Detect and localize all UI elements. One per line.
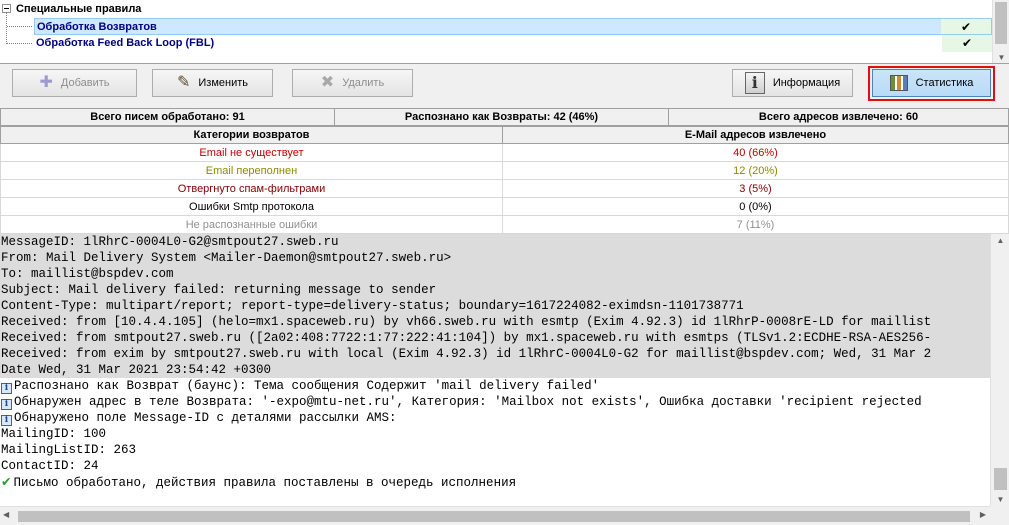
rules-tree[interactable]: Специальные правила Обработка Возвратов … [0,0,1009,64]
log-line: MailingListID: 263 [1,443,137,457]
edit-pencil-icon: ✎ [176,74,191,91]
scroll-thumb[interactable] [994,468,1007,490]
tree-item-label: Обработка Feed Back Loop (FBL) [36,37,215,49]
edit-button-label: Изменить [198,77,249,89]
count-cell: 40 (66%) [502,143,1009,162]
add-button-label: Добавить [60,77,110,89]
tree-connector [7,43,32,44]
category-cell: Отвергнуто спам-фильтрами [0,179,503,198]
scroll-thumb[interactable] [18,511,970,522]
log-horizontal-scrollbar[interactable]: ◀ ▶ [0,506,990,525]
checkmark-icon[interactable]: ✔ [961,19,971,36]
tree-connector [7,26,32,27]
log-info-text: Обнаружено поле Message-ID с деталями ра… [14,411,397,425]
table-row[interactable]: Email переполнен 12 (20%) [0,161,1009,180]
tree-scrollbar[interactable]: ▼ [992,0,1009,63]
info-icon: i [1,399,12,410]
delete-x-icon: ✖ [320,74,335,91]
log-info-text: Обнаружен адрес в теле Возврата: '-expo@… [14,395,922,409]
column-header-category[interactable]: Категории возвратов [0,126,503,144]
delete-button-label: Удалить [342,77,385,89]
statistics-panel: Всего писем обработано: 91 Распознано ка… [0,108,1009,234]
log-info-text: Распознано как Возврат (баунс): Тема соо… [14,379,600,393]
tree-connector [6,12,7,44]
scroll-left-icon[interactable]: ◀ [3,510,9,519]
delete-button[interactable]: ✖ Удалить [292,69,413,97]
total-processed: Всего писем обработано: 91 [0,108,335,126]
tree-item-label: Обработка Возвратов [37,21,157,33]
info-button-label: Информация [772,77,841,89]
log-header-line: Date Wed, 31 Mar 2021 23:54:42 +0300 [0,362,990,378]
table-row[interactable]: Отвергнуто спам-фильтрами 3 (5%) [0,179,1009,198]
log-header-line: Received: from smtpout27.sweb.ru ([2a02:… [0,330,990,346]
table-row[interactable]: Не распознанные ошибки 7 (11%) [0,215,1009,234]
log-result-text: Письмо обработано, действия правила пост… [13,476,517,490]
scroll-down-icon[interactable]: ▼ [993,53,1009,62]
log-header-line: From: Mail Delivery System <Mailer-Daemo… [0,250,990,266]
message-log[interactable]: MessageID: 1lRhrC-0004L0-G2@smtpout27.sw… [0,234,990,506]
toolbar: ✚ Добавить ✎ Изменить ✖ Удалить i Информ… [0,65,1009,103]
column-header-emails[interactable]: E-Mail адресов извлечено [502,126,1009,144]
info-icon: i [1,383,12,394]
scroll-up-icon[interactable]: ▲ [991,236,1009,245]
log-info-line: i Обнаружено поле Message-ID с деталями р… [0,410,990,426]
log-header-line: Subject: Mail delivery failed: returning… [0,282,990,298]
scroll-thumb[interactable] [995,2,1007,44]
info-button[interactable]: i Информация [732,69,853,97]
log-result-line: ✔ Письмо обработано, действия правила пос… [0,474,990,490]
info-icon: i [1,415,12,426]
log-header-line: Received: from [10.4.4.105] (helo=mx1.sp… [0,314,990,330]
log-header-line: Received: from exim by smtpout27.sweb.ru… [0,346,990,362]
scrollbar-corner [990,506,1009,525]
plus-icon: ✚ [39,74,53,91]
tree-item-bounce-processing[interactable]: Обработка Возвратов ✔ [34,18,992,35]
category-cell: Email не существует [0,143,503,162]
log-vertical-scrollbar[interactable]: ▲ ▼ [990,234,1009,506]
count-cell: 0 (0%) [502,197,1009,216]
summary-table: Всего писем обработано: 91 Распознано ка… [0,108,1009,126]
category-cell: Не распознанные ошибки [0,215,503,234]
tree-item-fbl-processing[interactable]: Обработка Feed Back Loop (FBL) ✔ [34,35,992,52]
count-cell: 7 (11%) [502,215,1009,234]
tree-root-special-rules[interactable]: Специальные правила [2,1,992,18]
log-info-line: i Распознано как Возврат (баунс): Тема со… [0,378,990,394]
table-row[interactable]: Email не существует 40 (66%) [0,143,1009,162]
add-button[interactable]: ✚ Добавить [12,69,137,97]
annotation-highlight [868,66,995,101]
info-icon: i [744,72,765,94]
log-header-line: MessageID: 1lRhrC-0004L0-G2@smtpout27.sw… [0,234,990,250]
edit-button[interactable]: ✎ Изменить [152,69,273,97]
log-info-line: i Обнаружен адрес в теле Возврата: '-expo… [0,394,990,410]
log-line: ContactID: 24 [1,459,99,473]
tree-root-label: Специальные правила [16,3,142,15]
categories-table: Категории возвратов E-Mail адресов извле… [0,126,1009,234]
checkmark-icon[interactable]: ✔ [962,35,972,52]
log-header-line: Content-Type: multipart/report; report-t… [0,298,990,314]
category-cell: Ошибки Smtp протокола [0,197,503,216]
count-cell: 3 (5%) [502,179,1009,198]
category-cell: Email переполнен [0,161,503,180]
checkmark-icon: ✔ [1,474,12,489]
total-addresses: Всего адресов извлечено: 60 [668,108,1009,126]
scroll-down-icon[interactable]: ▼ [991,495,1009,504]
recognized-bounces: Распознано как Возвраты: 42 (46%) [334,108,669,126]
scroll-right-icon[interactable]: ▶ [980,510,986,519]
log-line: MailingID: 100 [1,427,107,441]
log-header-line: To: maillist@bspdev.com [0,266,990,282]
table-row[interactable]: Ошибки Smtp протокола 0 (0%) [0,197,1009,216]
count-cell: 12 (20%) [502,161,1009,180]
